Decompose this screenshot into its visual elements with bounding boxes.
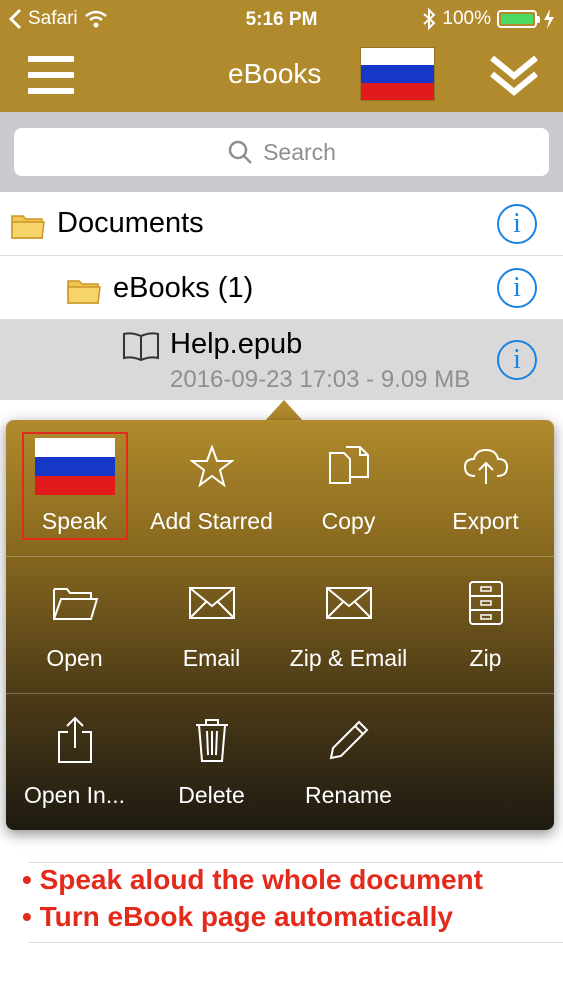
russia-flag-icon[interactable] xyxy=(361,48,434,100)
zip-label: Zip xyxy=(469,645,502,671)
action-popup: Speak Add Starred Copy Export Open Email… xyxy=(6,420,554,830)
email-label: Email xyxy=(182,645,241,671)
email-button[interactable]: Email xyxy=(143,557,280,694)
folder-icon xyxy=(11,215,45,239)
star-icon xyxy=(189,445,234,487)
delete-label: Delete xyxy=(178,782,245,808)
status-bar: Safari 5:16 PM 100% xyxy=(0,0,563,40)
cloud-upload-icon xyxy=(463,448,508,484)
list-item-documents[interactable]: Documents i xyxy=(0,192,563,256)
action-row-3: Open In... Delete Rename xyxy=(6,694,554,831)
file-meta: 2016-09-23 17:03 - 9.09 MB xyxy=(170,366,471,393)
delete-button[interactable]: Delete xyxy=(143,694,280,831)
menu-icon[interactable] xyxy=(28,56,74,94)
copy-button[interactable]: Copy xyxy=(280,420,417,557)
popup-arrow xyxy=(264,400,304,422)
add-starred-button[interactable]: Add Starred xyxy=(143,420,280,557)
open-in-button[interactable]: Open In... xyxy=(6,694,143,831)
envelope-icon xyxy=(188,587,235,619)
open-label: Open xyxy=(46,645,103,671)
export-label: Export xyxy=(452,508,519,534)
copy-icon xyxy=(328,446,369,484)
row-divider xyxy=(28,942,563,943)
search-icon xyxy=(228,140,252,164)
trash-icon xyxy=(195,719,228,762)
rename-button[interactable]: Rename xyxy=(280,694,417,831)
folder-icon xyxy=(67,280,101,304)
battery-icon xyxy=(497,10,540,28)
add-starred-label: Add Starred xyxy=(150,508,273,534)
nav-bar: eBooks xyxy=(0,40,563,112)
zip-button[interactable]: Zip xyxy=(417,557,554,694)
documents-label: Documents xyxy=(57,207,204,239)
search-placeholder: Search xyxy=(263,138,336,165)
info-icon[interactable]: i xyxy=(497,204,537,244)
charging-icon xyxy=(544,9,554,29)
folder-open-icon xyxy=(52,588,98,620)
rename-label: Rename xyxy=(305,782,392,808)
info-icon[interactable]: i xyxy=(497,268,537,308)
list-item-help-epub[interactable]: Help.epub 2016-09-23 17:03 - 9.09 MB i xyxy=(0,320,563,400)
open-button[interactable]: Open xyxy=(6,557,143,694)
caption-line-2: • Turn eBook page automatically xyxy=(22,901,453,932)
share-icon xyxy=(57,716,92,763)
action-row-1: Speak Add Starred Copy Export xyxy=(6,420,554,557)
search-bar: Search xyxy=(0,112,563,192)
speak-button[interactable]: Speak xyxy=(6,420,143,557)
nav-title: eBooks xyxy=(228,58,322,89)
open-in-label: Open In... xyxy=(23,782,125,808)
action-row-2: Open Email Zip & Email Zip xyxy=(6,557,554,694)
file-name: Help.epub xyxy=(170,328,303,360)
copy-label: Copy xyxy=(321,508,376,534)
status-right: 100% xyxy=(422,8,555,30)
zip-email-button[interactable]: Zip & Email xyxy=(280,557,417,694)
zip-email-label: Zip & Email xyxy=(289,645,408,671)
zip-cabinet-icon xyxy=(468,581,503,625)
russia-flag-icon xyxy=(34,437,115,495)
envelope-icon xyxy=(325,587,372,619)
list-item-ebooks-folder[interactable]: eBooks (1) i xyxy=(0,256,563,320)
export-button[interactable]: Export xyxy=(417,420,554,557)
search-input[interactable]: Search xyxy=(14,128,549,176)
info-icon[interactable]: i xyxy=(497,340,537,380)
bluetooth-icon xyxy=(423,8,436,30)
caption-line-1: • Speak aloud the whole document xyxy=(22,864,483,895)
book-icon xyxy=(123,332,159,362)
battery-percent: 100% xyxy=(442,8,491,29)
double-chevron-down-icon[interactable] xyxy=(488,54,540,98)
pencil-icon xyxy=(329,720,368,760)
row-divider xyxy=(28,862,563,863)
speak-label: Speak xyxy=(41,508,108,534)
ebooks-folder-label: eBooks (1) xyxy=(113,272,254,304)
